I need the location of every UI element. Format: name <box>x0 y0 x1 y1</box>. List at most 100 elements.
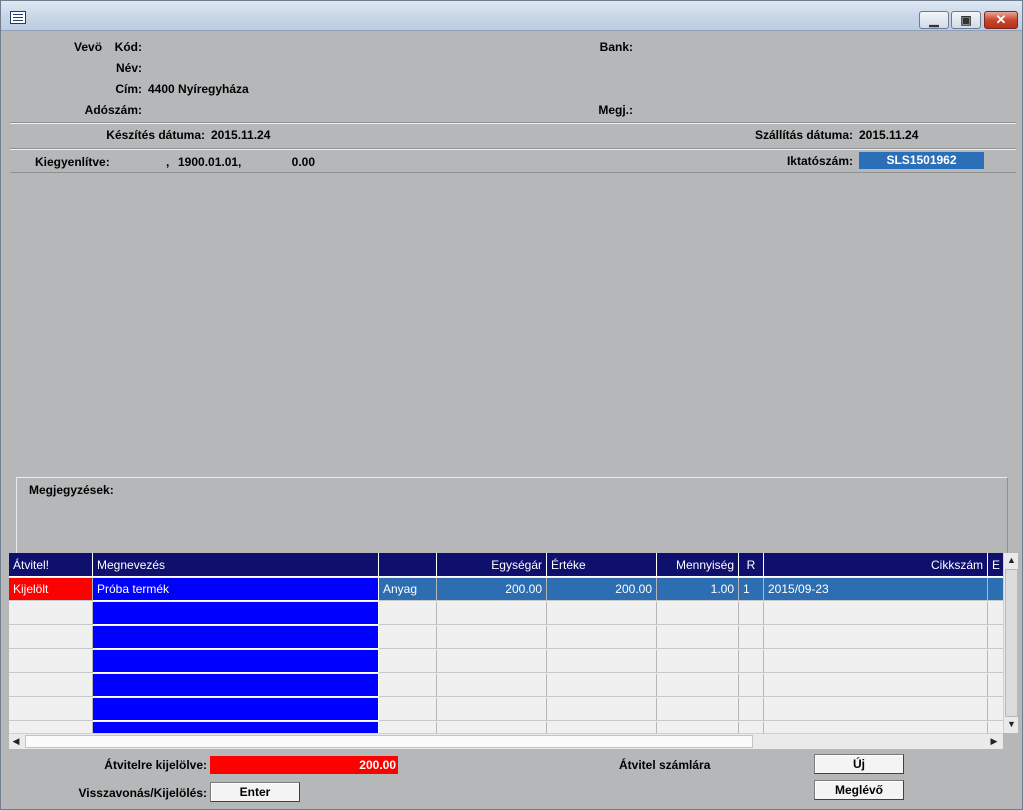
minimize-icon: ▁ <box>929 13 939 27</box>
table-cell-empty[interactable] <box>379 698 437 721</box>
table-cell-empty[interactable] <box>988 650 1003 673</box>
table-cell-empty[interactable] <box>988 722 1003 733</box>
table-cell-mennyiseg[interactable]: 1.00 <box>657 578 739 601</box>
table-cell-empty[interactable] <box>437 602 547 625</box>
table-cell-empty[interactable] <box>9 674 93 697</box>
table-cell-empty[interactable] <box>9 626 93 649</box>
scroll-right-icon[interactable]: ▶ <box>987 734 1001 749</box>
table-cell-empty[interactable] <box>657 698 739 721</box>
table-cell-empty[interactable] <box>547 698 657 721</box>
table-cell-empty[interactable] <box>547 602 657 625</box>
scroll-thumb[interactable] <box>25 735 753 748</box>
app-menu-icon[interactable] <box>10 11 26 24</box>
col-header-e[interactable]: E <box>988 553 1003 577</box>
table-cell-empty[interactable] <box>437 698 547 721</box>
kijelolve-value: 200.00 <box>210 756 398 774</box>
table-cell-empty[interactable] <box>379 650 437 673</box>
maximize-button[interactable]: ▣ <box>951 11 981 29</box>
table-cell-atvitel[interactable]: Kijelölt <box>9 578 93 601</box>
table-cell-e[interactable] <box>988 578 1003 601</box>
scroll-left-icon[interactable]: ◀ <box>9 734 23 749</box>
table-cell-empty[interactable] <box>988 626 1003 649</box>
table-cell-empty[interactable] <box>988 602 1003 625</box>
scroll-thumb[interactable] <box>1005 569 1018 717</box>
table-cell-empty[interactable] <box>9 698 93 721</box>
table-cell-empty[interactable] <box>657 722 739 733</box>
table-cell-empty[interactable] <box>93 626 379 649</box>
meglevo-button[interactable]: Meglévő <box>814 780 904 800</box>
table-cell-empty[interactable] <box>739 674 764 697</box>
col-header-egysegar[interactable]: Egységár <box>437 553 547 577</box>
table-cell-empty[interactable] <box>764 722 988 733</box>
table-cell-empty[interactable] <box>657 626 739 649</box>
kod-label: Kód: <box>114 40 142 54</box>
table-cell-empty[interactable] <box>9 602 93 625</box>
table-cell-empty[interactable] <box>988 674 1003 697</box>
close-button[interactable]: ✕ <box>984 11 1018 29</box>
col-header-r[interactable]: R <box>739 553 764 577</box>
keszites-datum-value: 2015.11.24 <box>211 128 271 142</box>
table-cell-empty[interactable] <box>547 722 657 733</box>
table-cell-empty[interactable] <box>379 674 437 697</box>
scroll-up-icon[interactable]: ▲ <box>1004 553 1019 567</box>
divider <box>10 172 1016 174</box>
table-cell-empty[interactable] <box>93 602 379 625</box>
table-cell-megnevezes[interactable]: Próba termék <box>93 578 379 601</box>
table-cell-cikkszam[interactable]: 2015/09-23 <box>764 578 988 601</box>
table-cell-egysegar[interactable]: 200.00 <box>437 578 547 601</box>
minimize-button[interactable]: ▁ <box>919 11 949 29</box>
table-cell-tipus[interactable]: Anyag <box>379 578 437 601</box>
table-cell-empty[interactable] <box>437 650 547 673</box>
table-cell-empty[interactable] <box>93 698 379 721</box>
atvitel-szamlara-label: Átvitel számlára <box>619 758 711 772</box>
table-cell-empty[interactable] <box>657 674 739 697</box>
uj-button[interactable]: Új <box>814 754 904 774</box>
table-cell-empty[interactable] <box>739 602 764 625</box>
table-cell-empty[interactable] <box>764 674 988 697</box>
megj-label: Megj.: <box>598 103 633 117</box>
vertical-scrollbar[interactable]: ▲ ▼ <box>1003 553 1018 733</box>
table-cell-empty[interactable] <box>547 674 657 697</box>
table-cell-r[interactable]: 1 <box>739 578 764 601</box>
enter-button[interactable]: Enter <box>210 782 300 802</box>
col-header-mennyiseg[interactable]: Mennyiség <box>657 553 739 577</box>
col-header-cikkszam[interactable]: Cikkszám <box>764 553 988 577</box>
col-header-erteke[interactable]: Értéke <box>547 553 657 577</box>
table-cell-empty[interactable] <box>764 602 988 625</box>
table-cell-empty[interactable] <box>9 650 93 673</box>
col-header-tipus[interactable] <box>379 553 437 577</box>
table-cell-empty[interactable] <box>657 650 739 673</box>
scroll-down-icon[interactable]: ▼ <box>1004 717 1019 731</box>
table-cell-empty[interactable] <box>379 722 437 733</box>
table-cell-empty[interactable] <box>437 722 547 733</box>
table-cell-empty[interactable] <box>739 650 764 673</box>
iktatoszam-label: Iktatószám: <box>786 154 853 168</box>
table-cell-empty[interactable] <box>988 698 1003 721</box>
table-cell-empty[interactable] <box>547 626 657 649</box>
iktatoszam-field[interactable]: SLS1501962 <box>859 152 984 169</box>
table-cell-empty[interactable] <box>93 722 379 733</box>
table-cell-empty[interactable] <box>437 626 547 649</box>
table-cell-erteke[interactable]: 200.00 <box>547 578 657 601</box>
cim-label: Cím: <box>115 82 142 96</box>
table-cell-empty[interactable] <box>93 650 379 673</box>
notes-panel[interactable]: Megjegyzések: <box>16 477 1008 553</box>
table-cell-empty[interactable] <box>739 722 764 733</box>
table-cell-empty[interactable] <box>93 674 379 697</box>
col-header-atvitel[interactable]: Átvitel! <box>9 553 93 577</box>
table-cell-empty[interactable] <box>379 626 437 649</box>
table-cell-empty[interactable] <box>547 650 657 673</box>
table-cell-empty[interactable] <box>739 626 764 649</box>
visszavonas-label: Visszavonás/Kijelölés: <box>78 786 207 800</box>
col-header-megnevezes[interactable]: Megnevezés <box>93 553 379 577</box>
table-cell-empty[interactable] <box>657 602 739 625</box>
horizontal-scrollbar[interactable]: ◀ ▶ <box>9 733 1003 749</box>
table-cell-empty[interactable] <box>739 698 764 721</box>
title-bar: ▁ ▣ ✕ <box>1 1 1022 31</box>
table-cell-empty[interactable] <box>764 626 988 649</box>
table-cell-empty[interactable] <box>764 698 988 721</box>
table-cell-empty[interactable] <box>9 722 93 733</box>
table-cell-empty[interactable] <box>764 650 988 673</box>
table-cell-empty[interactable] <box>437 674 547 697</box>
table-cell-empty[interactable] <box>379 602 437 625</box>
